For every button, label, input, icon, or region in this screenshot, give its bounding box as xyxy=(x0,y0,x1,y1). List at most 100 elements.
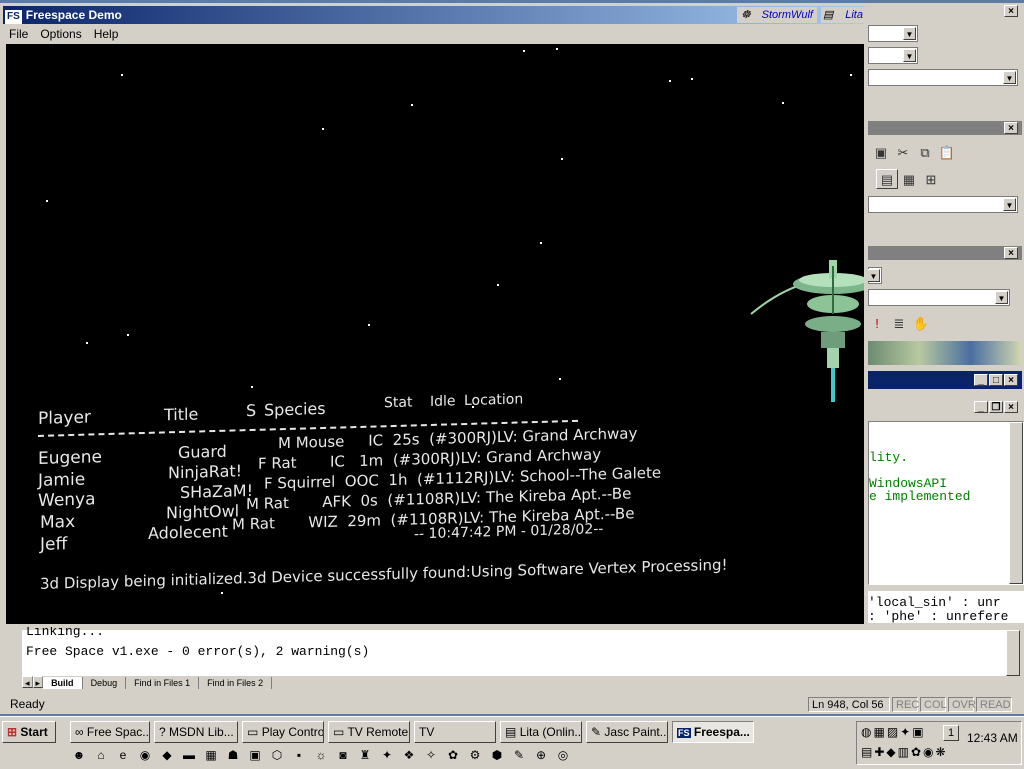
minimize-icon[interactable]: _ xyxy=(974,374,988,386)
window-title: Freespace Demo xyxy=(25,8,122,22)
tray-icons: ◍▦▨✦▣ xyxy=(861,725,941,739)
media-icon[interactable]: ◉ xyxy=(136,747,154,763)
vertical-scrollbar[interactable] xyxy=(1009,422,1023,584)
app-icon[interactable]: ✿ xyxy=(444,747,462,763)
tab-debug[interactable]: Debug xyxy=(83,677,127,689)
row-player: Wenya xyxy=(38,489,96,511)
task-tv-remote[interactable]: ▭ TV Remote xyxy=(328,721,410,743)
maximize-icon[interactable]: □ xyxy=(989,374,1003,386)
ide-combo-5[interactable]: ▼ xyxy=(867,267,882,284)
code-editor[interactable]: lity. WindowsAPI e implemented xyxy=(868,421,1024,585)
app-icon[interactable]: ◎ xyxy=(554,747,572,763)
tray-icon[interactable]: ▨ xyxy=(887,725,900,739)
tab-scroll-left[interactable]: ◂ xyxy=(22,676,33,688)
paste-icon[interactable]: 📋 xyxy=(936,143,958,163)
home-icon[interactable]: ⌂ xyxy=(92,747,110,763)
output-text-area[interactable]: Linking... Free Space v1.exe - 0 error(s… xyxy=(22,624,1006,676)
start-label: Start xyxy=(20,725,48,739)
list-icon[interactable]: ≣ xyxy=(888,314,910,334)
tray-number-badge[interactable]: 1 xyxy=(943,725,959,741)
tray-icon[interactable]: ❋ xyxy=(936,745,948,759)
app-icon[interactable]: ▣ xyxy=(246,747,264,763)
app-icon[interactable]: ⊕ xyxy=(532,747,550,763)
task-lita-online[interactable]: ▤ Lita (Onlin... xyxy=(500,721,582,743)
code-line-1: lity. xyxy=(869,450,909,465)
app-icon[interactable]: ⚙ xyxy=(466,747,484,763)
user-tab-lita[interactable]: ▤ Lita xyxy=(821,7,867,23)
resource-icon[interactable]: ▦ xyxy=(898,170,920,190)
ide-combo-4[interactable]: ▼ xyxy=(868,196,1018,213)
tab-scroll-right[interactable]: ▸ xyxy=(32,676,44,688)
task-label: TV Remote xyxy=(347,725,409,739)
tray-icon[interactable]: ✦ xyxy=(900,725,912,739)
close-icon[interactable]: × xyxy=(1004,401,1018,413)
app-icon[interactable]: ✎ xyxy=(510,747,528,763)
task-jasc-paint[interactable]: ✎ Jasc Paint... xyxy=(586,721,668,743)
app-icon[interactable]: ◆ xyxy=(158,747,176,763)
ide-combo-2[interactable]: ▼ xyxy=(868,47,918,64)
star xyxy=(221,592,223,594)
tray-icon[interactable]: ▤ xyxy=(861,745,874,759)
ide-combo-6[interactable]: ▼ xyxy=(868,289,1010,306)
hand-icon[interactable]: ✋ xyxy=(910,314,932,334)
menu-bar: File Options Help xyxy=(3,25,124,43)
folder-icon[interactable]: ▬ xyxy=(180,747,198,763)
app-icon[interactable]: ☗ xyxy=(224,747,242,763)
class-view-icon[interactable]: ▤ xyxy=(876,169,898,189)
app-icon[interactable]: ♜ xyxy=(356,747,374,763)
start-button[interactable]: ⊞ Start xyxy=(2,721,56,743)
tab-find-in-files-1[interactable]: Find in Files 1 xyxy=(126,677,200,689)
close-icon[interactable]: × xyxy=(1004,247,1018,259)
ide-combo-1[interactable]: ▼ xyxy=(868,25,918,42)
menu-file[interactable]: File xyxy=(9,27,28,41)
copy-icon[interactable]: ⧉ xyxy=(914,143,936,163)
app-icon[interactable]: ◙ xyxy=(334,747,352,763)
status-rec: REC xyxy=(892,697,919,712)
close-icon[interactable]: × xyxy=(1004,5,1018,17)
menu-options[interactable]: Options xyxy=(40,27,81,41)
cut-icon[interactable]: ✂ xyxy=(892,143,914,163)
app-icon[interactable]: ▦ xyxy=(202,747,220,763)
app-icon[interactable]: ⬢ xyxy=(488,747,506,763)
app-icon[interactable]: ☼ xyxy=(312,747,330,763)
tray-icon[interactable]: ✚ xyxy=(874,745,886,759)
close-icon[interactable]: × xyxy=(1004,374,1018,386)
task-free-space[interactable]: ∞ Free Spac... xyxy=(70,721,150,743)
app-icon[interactable]: ⬡ xyxy=(268,747,286,763)
menu-help[interactable]: Help xyxy=(94,27,119,41)
app-icon[interactable]: ❖ xyxy=(400,747,418,763)
tray-icon[interactable]: ✿ xyxy=(911,745,923,759)
task-play-control[interactable]: ▭ Play Control xyxy=(242,721,324,743)
tray-icon[interactable]: ◉ xyxy=(923,745,935,759)
game-viewport[interactable]: Player Title S Species Stat Idle Locatio… xyxy=(6,44,864,624)
fs-app-icon[interactable]: ▪ xyxy=(290,747,308,763)
tray-icon[interactable]: ▦ xyxy=(873,725,886,739)
tray-icon[interactable]: ◆ xyxy=(886,745,897,759)
tray-icon[interactable]: ▣ xyxy=(912,725,925,739)
network-icon[interactable]: ◍ xyxy=(861,725,873,739)
app-icon[interactable]: ✦ xyxy=(378,747,396,763)
task-msdn-library[interactable]: ? MSDN Lib... xyxy=(154,721,238,743)
tray-icon[interactable]: ▥ xyxy=(898,745,911,759)
minimize-icon[interactable]: _ xyxy=(974,401,988,413)
task-freespace-active[interactable]: FS Freespa... xyxy=(672,721,754,743)
tab-find-in-files-2[interactable]: Find in Files 2 xyxy=(199,677,273,689)
tab-build[interactable]: Build xyxy=(43,677,83,689)
app-icon[interactable]: ✧ xyxy=(422,747,440,763)
window-icon[interactable]: ▣ xyxy=(870,143,892,163)
app-icon: ∞ xyxy=(75,725,84,739)
task-tv[interactable]: TV xyxy=(414,721,496,743)
breakpoint-icon[interactable]: ! xyxy=(866,314,888,334)
file-view-icon[interactable]: ⊞ xyxy=(920,170,942,190)
restore-icon[interactable]: ❐ xyxy=(989,401,1003,413)
window-title-bar[interactable]: FS Freespace Demo xyxy=(3,6,865,24)
close-icon[interactable]: × xyxy=(1004,122,1018,134)
user-tab-stormwulf[interactable]: ☸ StormWulf xyxy=(737,7,817,23)
clock[interactable]: 12:43 AM xyxy=(967,731,1018,745)
ide-combo-3[interactable]: ▼ xyxy=(868,69,1018,86)
quicklaunch-icon[interactable]: ☻ xyxy=(70,747,88,763)
ie-icon[interactable]: e xyxy=(114,747,132,763)
output-scrollbar[interactable] xyxy=(1006,630,1020,676)
task-label: Lita (Onlin... xyxy=(519,725,582,739)
col-header-sex: S xyxy=(246,400,257,421)
